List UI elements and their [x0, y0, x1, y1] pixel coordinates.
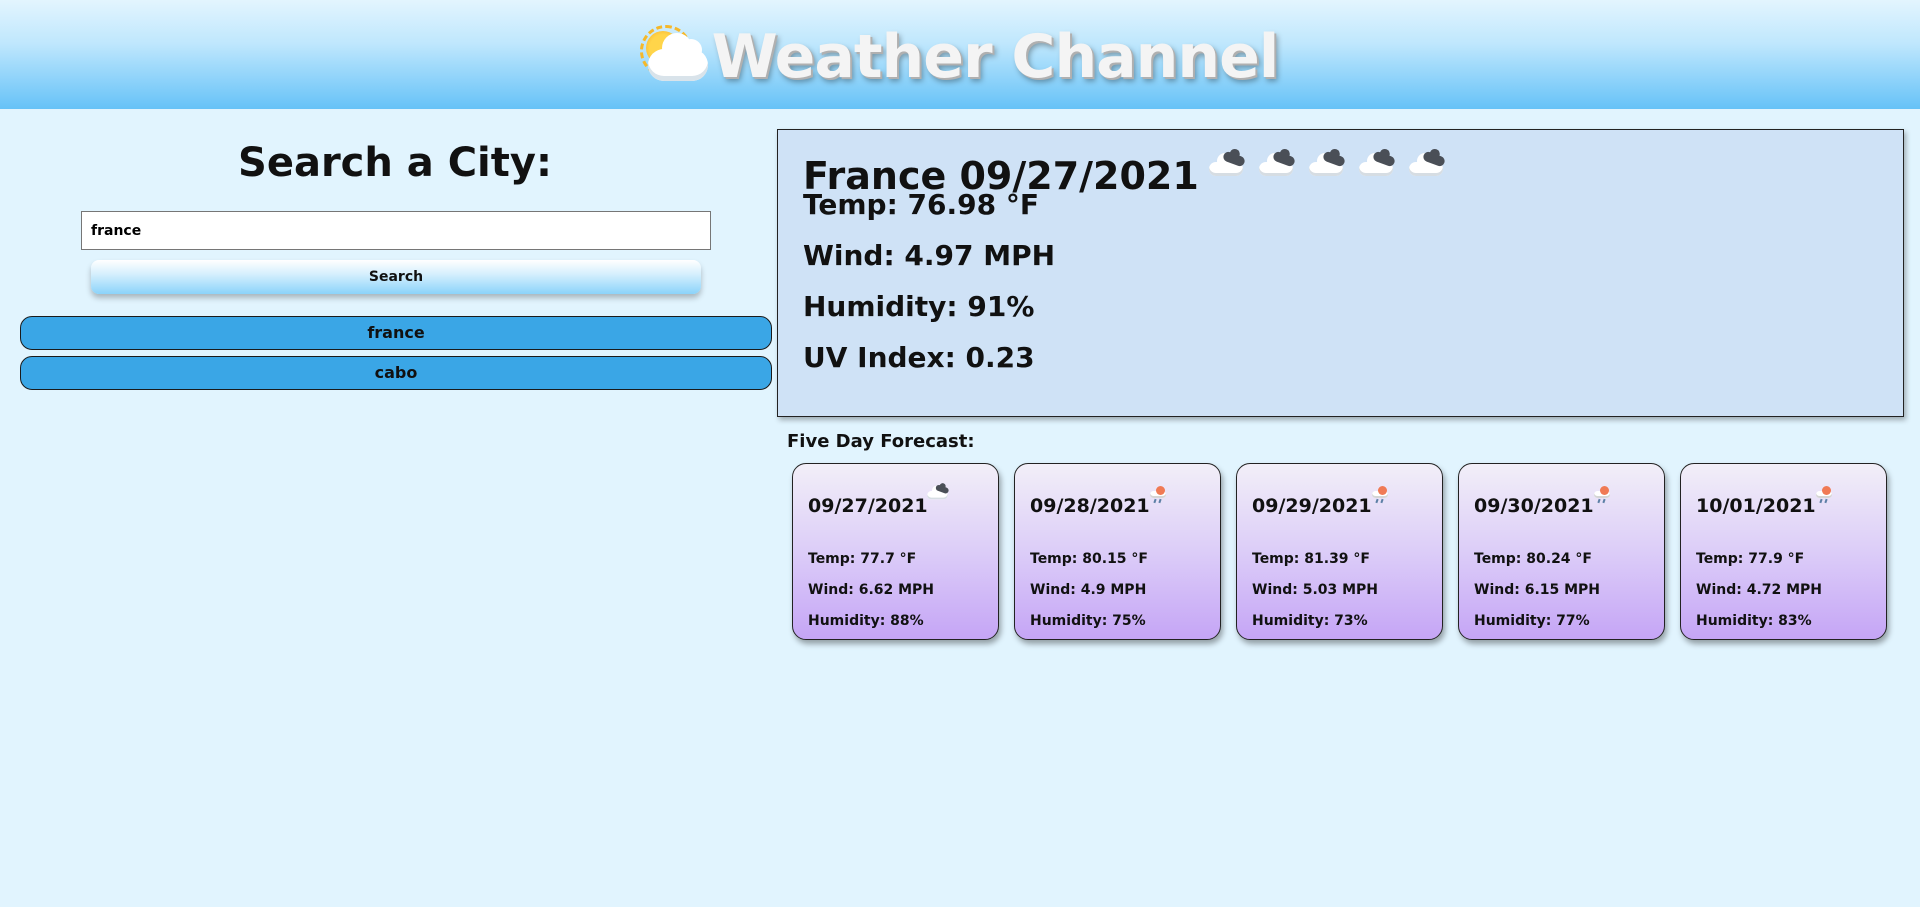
forecast-temp: Temp: 81.39 °F — [1252, 551, 1370, 567]
cloud-icon — [1357, 150, 1397, 178]
forecast-card: 09/29/2021 Temp: 81.39 °F Wind: 5.03 MPH… — [1236, 463, 1443, 640]
cloud-icon — [1407, 150, 1447, 178]
forecast-date: 09/29/2021 — [1252, 495, 1372, 517]
current-weather-panel: France 09/27/2021 Temp: 76.98 °F Wind: 4… — [777, 129, 1904, 417]
search-button[interactable]: Search — [91, 260, 701, 294]
cloud-icon — [1307, 150, 1347, 178]
forecast-wind: Wind: 4.9 MPH — [1030, 582, 1147, 598]
rain-icon — [1814, 485, 1836, 504]
current-humidity: Humidity: 91% — [803, 290, 1035, 323]
current-weather-icons — [1207, 150, 1447, 178]
cloud-icon — [1257, 150, 1297, 178]
forecast-date: 09/30/2021 — [1474, 495, 1594, 517]
forecast-humidity: Humidity: 75% — [1030, 613, 1146, 629]
forecast-date: 09/28/2021 — [1030, 495, 1150, 517]
forecast-humidity: Humidity: 83% — [1696, 613, 1812, 629]
current-temp: Temp: 76.98 °F — [803, 188, 1039, 221]
rain-icon — [1592, 485, 1614, 504]
forecast-date: 09/27/2021 — [808, 495, 928, 517]
forecast-wind: Wind: 6.62 MPH — [808, 582, 935, 598]
forecast-card: 09/27/2021 Temp: 77.7 °F Wind: 6.62 MPH … — [792, 463, 999, 640]
forecast-wind: Wind: 5.03 MPH — [1252, 582, 1379, 598]
forecast-card: 10/01/2021 Temp: 77.9 °F Wind: 4.72 MPH … — [1680, 463, 1887, 640]
forecast-temp: Temp: 77.9 °F — [1696, 551, 1805, 567]
app-title: Weather Channel — [711, 21, 1280, 92]
app-header: Weather Channel — [0, 0, 1920, 109]
forecast-wind: Wind: 6.15 MPH — [1474, 582, 1601, 598]
forecast-temp: Temp: 80.15 °F — [1030, 551, 1148, 567]
forecast-humidity: Humidity: 73% — [1252, 613, 1368, 629]
city-search-input[interactable] — [81, 211, 711, 250]
forecast-card: 09/30/2021 Temp: 80.24 °F Wind: 6.15 MPH… — [1458, 463, 1665, 640]
history-button-france[interactable]: france — [20, 316, 772, 350]
header-brand: Weather Channel — [639, 21, 1280, 92]
forecast-humidity: Humidity: 77% — [1474, 613, 1590, 629]
current-wind: Wind: 4.97 MPH — [803, 239, 1056, 272]
search-title: Search a City: — [238, 140, 552, 186]
forecast-temp: Temp: 80.24 °F — [1474, 551, 1592, 567]
cloud-icon — [1207, 150, 1247, 178]
forecast-date: 10/01/2021 — [1696, 495, 1816, 517]
forecast-card: 09/28/2021 Temp: 80.15 °F Wind: 4.9 MPH … — [1014, 463, 1221, 640]
rain-icon — [1370, 485, 1392, 504]
forecast-wind: Wind: 4.72 MPH — [1696, 582, 1823, 598]
current-uv-index: UV Index: 0.23 — [803, 341, 1035, 374]
forecast-temp: Temp: 77.7 °F — [808, 551, 917, 567]
history-button-cabo[interactable]: cabo — [20, 356, 772, 390]
cloud-icon — [926, 484, 950, 500]
sun-behind-cloud-icon — [639, 24, 710, 87]
forecast-humidity: Humidity: 88% — [808, 613, 924, 629]
forecast-title: Five Day Forecast: — [787, 431, 975, 452]
rain-icon — [1148, 485, 1170, 504]
